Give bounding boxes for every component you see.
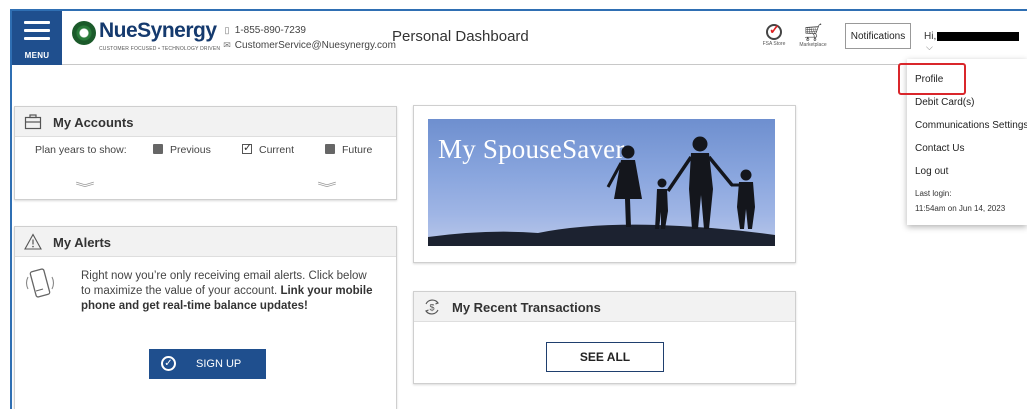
checkbox-current[interactable] <box>242 141 252 154</box>
brand-logo[interactable]: NueSynergy CUSTOMER FOCUSED • TECHNOLOGY… <box>72 19 220 59</box>
checkbox-previous[interactable] <box>153 144 163 154</box>
hamburger-icon <box>24 21 50 45</box>
sign-up-button[interactable]: ✓ SIGN UP <box>149 349 266 379</box>
spouse-saver-card: My SpouseSaver <box>413 105 796 263</box>
expand-chevron-icon[interactable]: ︾ <box>75 179 94 196</box>
plan-option-future[interactable]: Future <box>325 144 372 156</box>
dollar-exchange-icon: $ <box>425 299 439 315</box>
plan-option-previous[interactable]: Previous <box>153 144 211 156</box>
my-accounts-header: My Accounts <box>15 107 396 137</box>
user-menu-toggle[interactable]: Hi,⌵ <box>924 31 1027 53</box>
menu-item-debit-cards[interactable]: Debit Card(s) <box>915 97 974 108</box>
envelope-icon: ✉ <box>223 40 231 50</box>
marketplace-label: Marketplace <box>799 42 827 48</box>
phone-number[interactable]: 1-855-890-7239 <box>235 25 306 36</box>
menu-button[interactable]: MENU <box>12 11 62 65</box>
last-login-label: Last login: <box>915 189 952 198</box>
notifications-button[interactable]: Notifications <box>845 23 911 49</box>
family-silhouette-image <box>428 136 775 246</box>
recent-transactions-card: $ My Recent Transactions SEE ALL <box>413 291 796 384</box>
profile-highlight-box <box>898 63 966 95</box>
my-alerts-header: My Alerts <box>15 227 396 257</box>
my-accounts-card: My Accounts Plan years to show: Previous… <box>14 106 397 200</box>
cart-icon: 🛒︎ <box>802 23 824 42</box>
recent-transactions-header: $ My Recent Transactions <box>414 292 795 322</box>
brand-name: NueSynergy <box>99 19 217 42</box>
checkbox-future[interactable] <box>325 144 335 154</box>
mobile-phone-icon <box>25 268 55 298</box>
brand-mark-icon <box>72 21 96 45</box>
my-accounts-title: My Accounts <box>53 115 134 130</box>
plan-years-label: Plan years to show: <box>35 144 127 156</box>
fsa-store-link[interactable]: FSA Store <box>762 22 786 47</box>
chevron-down-icon: ⌵ <box>926 42 933 52</box>
menu-item-communications-settings[interactable]: Communications Settings <box>915 120 1027 131</box>
spouse-saver-banner[interactable]: My SpouseSaver <box>428 119 775 246</box>
svg-text:$: $ <box>429 303 434 313</box>
my-alerts-title: My Alerts <box>53 235 112 250</box>
phone-icon: ▯ <box>224 25 230 35</box>
contact-info: ▯ 1-855-890-7239 ✉ CustomerService@Nuesy… <box>222 23 396 53</box>
fsa-check-icon <box>766 22 782 40</box>
fsa-store-label: FSA Store <box>762 41 786 47</box>
briefcase-icon <box>24 114 42 130</box>
top-header: MENU NueSynergy CUSTOMER FOCUSED • TECHN… <box>12 11 1027 65</box>
last-login-value: 11:54am on Jun 14, 2023 <box>915 204 1006 213</box>
recent-transactions-title: My Recent Transactions <box>452 300 601 315</box>
marketplace-link[interactable]: 🛒︎ Marketplace <box>794 24 832 48</box>
my-alerts-card: My Alerts Right now you’re only receivin… <box>14 226 397 409</box>
warning-triangle-icon <box>24 233 42 250</box>
greeting-text: Hi, <box>924 31 937 42</box>
menu-label: MENU <box>24 51 50 60</box>
see-all-button[interactable]: SEE ALL <box>546 342 664 372</box>
check-circle-icon: ✓ <box>161 356 176 371</box>
support-email[interactable]: CustomerService@Nuesynergy.com <box>235 40 396 51</box>
alerts-message: Right now you’re only receiving email al… <box>81 270 373 312</box>
expand-chevron-icon[interactable]: ︾ <box>317 179 336 196</box>
menu-item-log-out[interactable]: Log out <box>915 166 948 177</box>
menu-item-contact-us[interactable]: Contact Us <box>915 143 964 154</box>
plan-option-current[interactable]: Current <box>242 141 294 156</box>
page-title: Personal Dashboard <box>392 28 529 45</box>
redacted-username <box>937 31 1020 41</box>
brand-tagline: CUSTOMER FOCUSED • TECHNOLOGY DRIVEN <box>99 46 221 52</box>
